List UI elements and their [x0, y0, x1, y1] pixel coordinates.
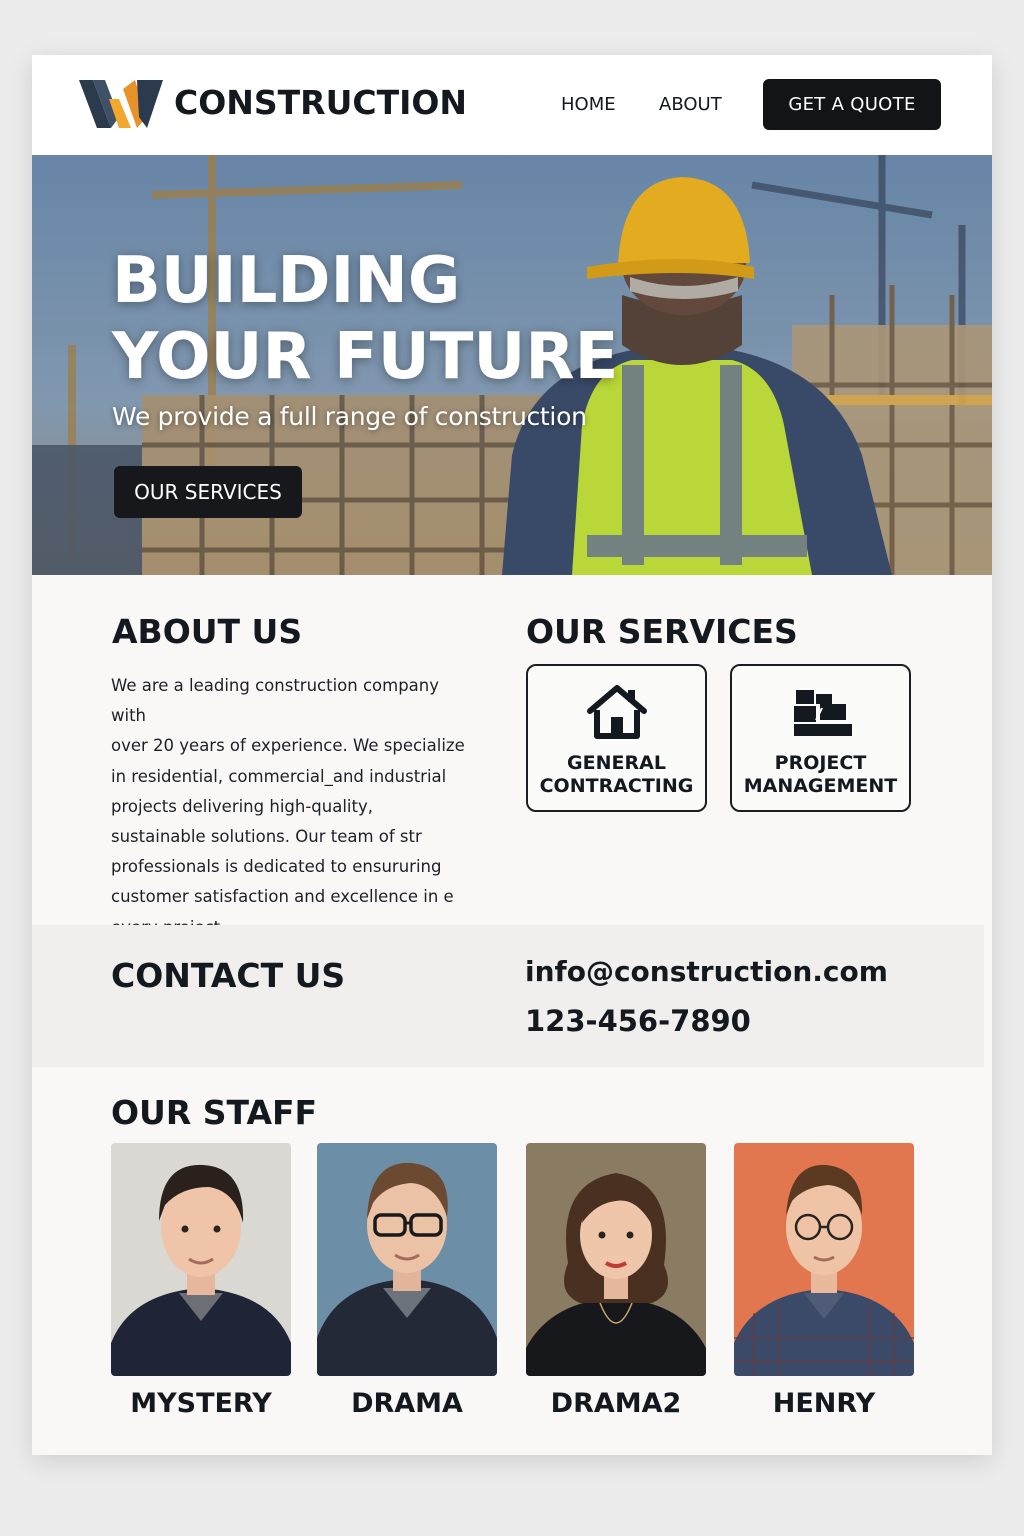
services-title: OUR SERVICES [526, 612, 798, 651]
staff-photo-mystery[interactable] [111, 1143, 291, 1376]
hero-section: BUILDING YOUR FUTURE We provide a full r… [32, 155, 992, 575]
service-label-line-2: MANAGEMENT [743, 775, 898, 797]
staff-name: DRAMA [351, 1388, 463, 1419]
hero-title-line-1: BUILDING [112, 244, 461, 318]
about-text: We are a leading construction company wi… [111, 671, 476, 943]
about-title: ABOUT US [112, 612, 303, 651]
contact-phone-link[interactable]: 123-456-7890 [525, 1004, 751, 1038]
about-line: sustainable solutions. Our team of str [111, 827, 422, 847]
service-label: PROJECT MANAGEMENT [732, 752, 909, 798]
about-line: professionals is dedicated to ensururing [111, 857, 442, 877]
hero-title: BUILDING YOUR FUTURE [112, 243, 618, 395]
about-line: customer satisfaction and excellence in … [111, 887, 454, 907]
service-card-general-contracting[interactable]: GENERAL CONTRACTING [526, 664, 707, 812]
service-label: GENERAL CONTRACTING [528, 752, 705, 798]
get-a-quote-button[interactable]: GET A QUOTE [763, 79, 941, 130]
hero-subtitle: We provide a full range of construction [112, 402, 587, 431]
blocks-icon [793, 690, 852, 736]
staff-portrait-image [526, 1173, 706, 1376]
service-label-line-1: PROJECT [774, 752, 867, 774]
staff-portrait-image [317, 1162, 497, 1376]
staff-portrait-image [111, 1164, 291, 1376]
staff-photo-henry[interactable] [734, 1143, 914, 1376]
house-icon [586, 685, 647, 739]
staff-name: HENRY [772, 1388, 876, 1419]
nav-home-link[interactable]: HOME [561, 94, 616, 115]
hero-title-line-2: YOUR FUTURE [112, 320, 619, 394]
logo-icon[interactable] [79, 77, 163, 131]
contact-title: CONTACT US [111, 956, 346, 995]
contact-section [32, 925, 984, 1067]
service-card-project-management[interactable]: PROJECT MANAGEMENT [730, 664, 911, 812]
staff-name: DRAMA2 [550, 1388, 682, 1419]
service-label-line-1: GENERAL [567, 752, 666, 774]
about-line: over 20 years of experience. We speciali… [111, 736, 465, 756]
brand-name[interactable]: CONSTRUCTION [174, 83, 467, 122]
staff-photo-drama[interactable] [317, 1143, 497, 1376]
about-line: in residential, commercial_and industria… [111, 766, 447, 786]
staff-portrait-image [734, 1164, 914, 1376]
site-header: CONSTRUCTION HOME ABOUT GET A QUOTE [32, 55, 992, 155]
service-label-line-2: CONTRACTING [539, 775, 694, 797]
about-line: We are a leading construction company wi… [111, 676, 440, 726]
about-line: projects delivering high-quality, [111, 796, 373, 816]
our-services-button[interactable]: OUR SERVICES [114, 466, 302, 518]
staff-name: MYSTERY [130, 1388, 272, 1419]
nav-about-link[interactable]: ABOUT [659, 94, 722, 115]
page: CONSTRUCTION HOME ABOUT GET A QUOTE BUIL… [32, 55, 992, 1455]
contact-email-link[interactable]: info@construction.com [525, 955, 888, 988]
staff-title: OUR STAFF [111, 1093, 318, 1132]
staff-photo-drama2[interactable] [526, 1143, 706, 1376]
